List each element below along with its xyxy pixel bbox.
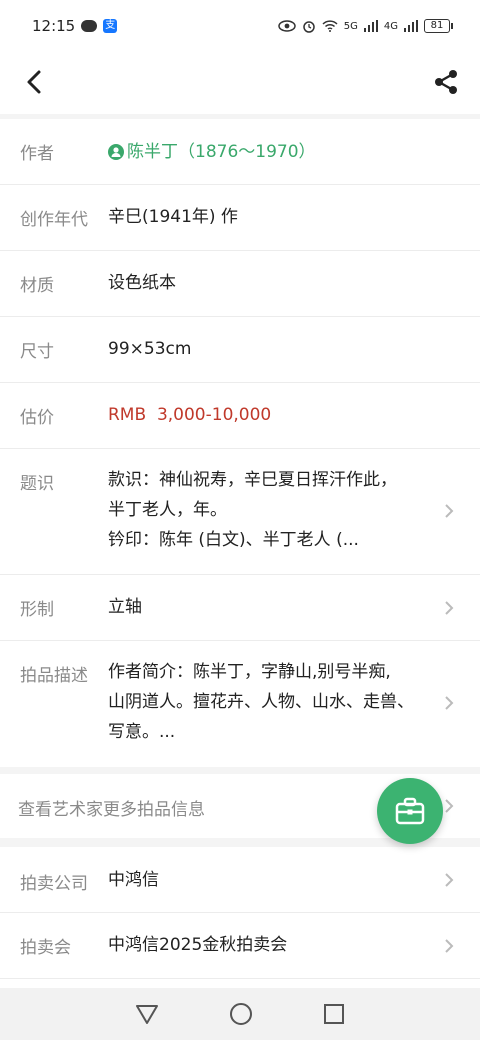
row-value: 中鸿信 xyxy=(108,870,159,890)
wifi-icon xyxy=(322,20,338,32)
share-button[interactable] xyxy=(432,68,460,96)
row-label: 拍品描述 xyxy=(20,666,88,686)
battery-indicator: 81 xyxy=(424,19,453,33)
description-text: 作者简介：陈半丁，字静山,别号半痴, 山阴道人。擅花卉、人物、山水、走兽、 写意… xyxy=(108,657,414,747)
status-right: 5G 4G 81 xyxy=(278,19,453,33)
wechat-icon xyxy=(81,20,98,32)
back-triangle-icon[interactable] xyxy=(135,1003,159,1025)
author-link[interactable]: 陈半丁（1876～1970） xyxy=(108,137,316,167)
status-bar: 12:15 支 5G 4G 81 xyxy=(0,0,480,52)
briefcase-fab-button[interactable] xyxy=(377,778,443,844)
detail-row-description[interactable]: 拍品描述 作者简介：陈半丁，字静山,别号半痴, 山阴道人。擅花卉、人物、山水、走… xyxy=(0,641,480,767)
auction-row-company[interactable]: 拍卖公司 中鸿信 xyxy=(0,847,480,913)
alarm-icon xyxy=(303,21,315,33)
detail-row-size: 尺寸 99×53cm xyxy=(0,317,480,383)
row-label: 题识 xyxy=(20,474,54,494)
row-value: 99×53cm xyxy=(108,339,192,359)
author-name: 陈半丁（1876～1970） xyxy=(127,142,316,162)
row-label: 作者 xyxy=(20,144,54,164)
row-value: 设色纸本 xyxy=(108,273,176,293)
detail-row-format[interactable]: 形制 立轴 xyxy=(0,575,480,641)
row-value: 立轴 xyxy=(108,597,142,617)
chevron-right-icon xyxy=(445,873,454,887)
row-value: 辛巳(1941年) 作 xyxy=(108,207,238,227)
text-line: 山阴道人。擅花卉、人物、山水、走兽、 xyxy=(108,692,414,712)
row-label: 拍卖公司 xyxy=(20,874,88,894)
text-line: 写意。... xyxy=(108,722,176,742)
top-nav xyxy=(0,52,480,112)
text-line: 款识：神仙祝寿，辛巳夏日挥汗作此， xyxy=(108,470,397,490)
detail-row-estimate: 估价 RMB 3,000-10,000 xyxy=(0,383,480,449)
row-label: 材质 xyxy=(20,276,54,296)
signal-5g-label: 5G xyxy=(343,20,358,32)
detail-row-material: 材质 设色纸本 xyxy=(0,251,480,317)
row-label: 形制 xyxy=(20,600,54,620)
alipay-icon: 支 xyxy=(103,19,118,33)
row-value: 中鸿信2025金秋拍卖会 xyxy=(108,935,288,955)
home-circle-icon[interactable] xyxy=(229,1002,253,1026)
share-icon xyxy=(435,70,457,94)
person-icon xyxy=(108,144,124,160)
chevron-right-icon xyxy=(445,504,454,518)
eye-icon xyxy=(278,20,296,32)
row-label: 尺寸 xyxy=(20,342,54,362)
text-line: 半丁老人，年。 xyxy=(108,500,227,520)
status-left: 12:15 支 xyxy=(32,17,118,35)
section-divider xyxy=(0,767,480,774)
row-label: 估价 xyxy=(20,408,54,428)
inscription-text: 款识：神仙祝寿，辛巳夏日挥汗作此， 半丁老人，年。 钤印：陈年 (白文)、半丁老… xyxy=(108,465,397,555)
recents-square-icon[interactable] xyxy=(323,1003,345,1025)
chevron-right-icon xyxy=(445,696,454,710)
text-line: 作者简介：陈半丁，字静山,别号半痴, xyxy=(108,662,391,682)
signal-4g-label: 4G xyxy=(383,20,398,32)
row-label: 拍卖会 xyxy=(20,938,71,958)
chevron-right-icon xyxy=(445,939,454,953)
estimate-value: RMB 3,000-10,000 xyxy=(108,405,272,425)
signal-bars-icon xyxy=(404,20,418,32)
chevron-left-icon xyxy=(27,70,41,94)
text-line: 钤印：陈年 (白文)、半丁老人 (... xyxy=(108,530,359,550)
auction-row-session[interactable]: 拍卖会 中鸿信2025金秋拍卖会 xyxy=(0,913,480,979)
detail-row-inscription[interactable]: 题识 款识：神仙祝寿，辛巳夏日挥汗作此， 半丁老人，年。 钤印：陈年 (白文)、… xyxy=(0,449,480,575)
row-label: 创作年代 xyxy=(20,210,88,230)
system-nav-bar xyxy=(0,988,480,1040)
briefcase-icon xyxy=(395,797,425,825)
detail-row-author[interactable]: 作者 陈半丁（1876～1970） xyxy=(0,119,480,185)
chevron-right-icon xyxy=(445,799,454,813)
signal-bars-icon xyxy=(363,20,378,32)
detail-row-date: 创作年代 辛巳(1941年) 作 xyxy=(0,185,480,251)
status-time: 12:15 xyxy=(32,17,76,35)
chevron-right-icon xyxy=(445,601,454,615)
more-artist-label: 查看艺术家更多拍品信息 xyxy=(18,800,205,820)
back-button[interactable] xyxy=(20,68,48,96)
